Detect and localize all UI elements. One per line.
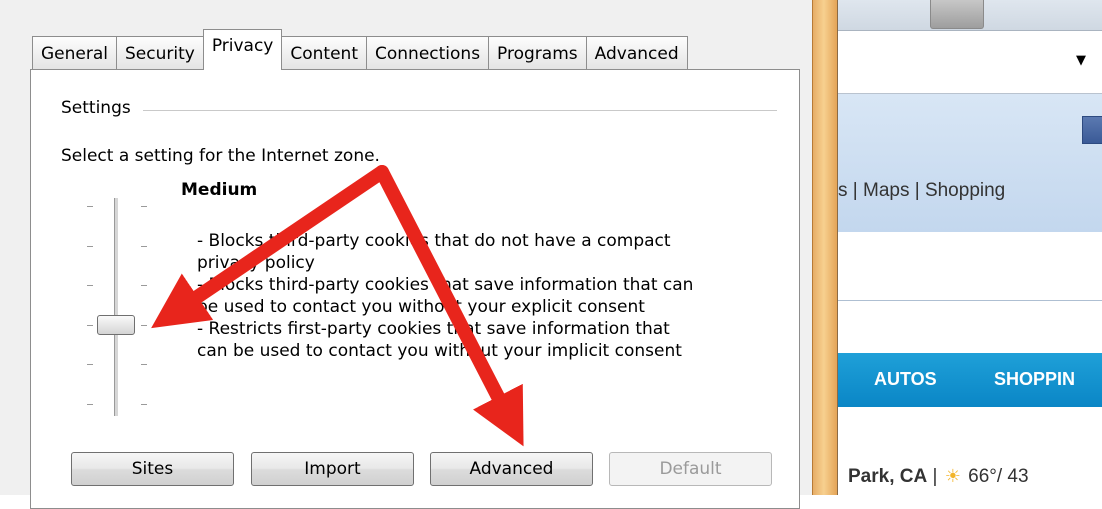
description-line: - Blocks third-party cookies that do not… bbox=[197, 231, 671, 251]
tab-advanced[interactable]: Advanced bbox=[585, 36, 688, 70]
search-button[interactable] bbox=[1082, 116, 1102, 144]
tab-connections[interactable]: Connections bbox=[366, 36, 490, 70]
dropdown-arrow-icon[interactable]: ▼ bbox=[1076, 53, 1086, 68]
slider-tick bbox=[141, 206, 147, 207]
slider-tick bbox=[141, 285, 147, 287]
slider-tick bbox=[87, 285, 93, 287]
privacy-level-title: Medium bbox=[181, 180, 258, 200]
browser-nav-links[interactable]: s | Maps | Shopping bbox=[838, 180, 1005, 202]
slider-tick bbox=[141, 324, 147, 326]
default-button: Default bbox=[609, 452, 772, 486]
privacy-tab-panel: Settings Select a setting for the Intern… bbox=[30, 69, 800, 509]
privacy-slider-track[interactable] bbox=[114, 198, 119, 416]
nav-link-shopping[interactable]: SHOPPIN bbox=[994, 369, 1075, 390]
description-line: - Blocks third-party cookies that save i… bbox=[197, 275, 694, 295]
tab-programs[interactable]: Programs bbox=[488, 36, 587, 70]
slider-tick bbox=[87, 364, 93, 366]
tab-general[interactable]: General bbox=[32, 36, 117, 70]
background-browser-window: ▼ s | Maps | Shopping AUTOS SHOPPIN Park… bbox=[836, 0, 1102, 495]
description-line: be used to contact you without your expl… bbox=[197, 297, 645, 317]
separator: | bbox=[932, 466, 938, 487]
advanced-button[interactable]: Advanced bbox=[430, 452, 593, 486]
description-line: can be used to contact you without your … bbox=[197, 341, 682, 361]
settings-group-label: Settings bbox=[61, 98, 143, 118]
tab-privacy[interactable]: Privacy bbox=[202, 29, 283, 70]
slider-tick bbox=[87, 206, 93, 207]
browser-tab-strip bbox=[836, 0, 1102, 31]
privacy-slider-thumb[interactable] bbox=[97, 314, 135, 335]
browser-section-nav: AUTOS SHOPPIN bbox=[836, 353, 1102, 407]
weather-sun-cloud-icon: ☀ bbox=[944, 466, 961, 486]
weather-location[interactable]: Park, CA | ☀ 66°/ 43 bbox=[848, 466, 1029, 488]
browser-header-band: s | Maps | Shopping bbox=[836, 94, 1102, 232]
slider-tick bbox=[141, 364, 147, 366]
tab-strip: General Security Privacy Content Connect… bbox=[32, 29, 688, 70]
sites-button[interactable]: Sites bbox=[71, 452, 234, 486]
slider-tick bbox=[141, 245, 147, 247]
nav-link-autos[interactable]: AUTOS bbox=[874, 369, 937, 390]
privacy-level-description: - Blocks third-party cookies that do not… bbox=[197, 230, 777, 362]
scrollbar-thumb[interactable] bbox=[930, 0, 984, 29]
dialog-window-frame-edge bbox=[812, 0, 838, 495]
location-text: Park, CA bbox=[848, 466, 928, 487]
slider-tick bbox=[141, 404, 147, 405]
description-line: - Restricts first-party cookies that sav… bbox=[197, 319, 670, 339]
group-divider bbox=[61, 110, 777, 111]
browser-address-row[interactable]: ▼ bbox=[836, 31, 1102, 94]
slider-tick bbox=[87, 404, 93, 405]
description-line: privacy policy bbox=[197, 253, 315, 273]
tab-security[interactable]: Security bbox=[116, 36, 204, 70]
slider-tick bbox=[87, 324, 93, 326]
tab-content[interactable]: Content bbox=[281, 36, 367, 70]
internet-options-dialog: General Security Privacy Content Connect… bbox=[0, 0, 812, 509]
import-button[interactable]: Import bbox=[251, 452, 414, 486]
weather-temperature: 66°/ 43 bbox=[968, 466, 1029, 487]
zone-instruction-text: Select a setting for the Internet zone. bbox=[61, 146, 380, 166]
slider-tick bbox=[87, 245, 93, 247]
browser-content-area bbox=[836, 232, 1102, 301]
